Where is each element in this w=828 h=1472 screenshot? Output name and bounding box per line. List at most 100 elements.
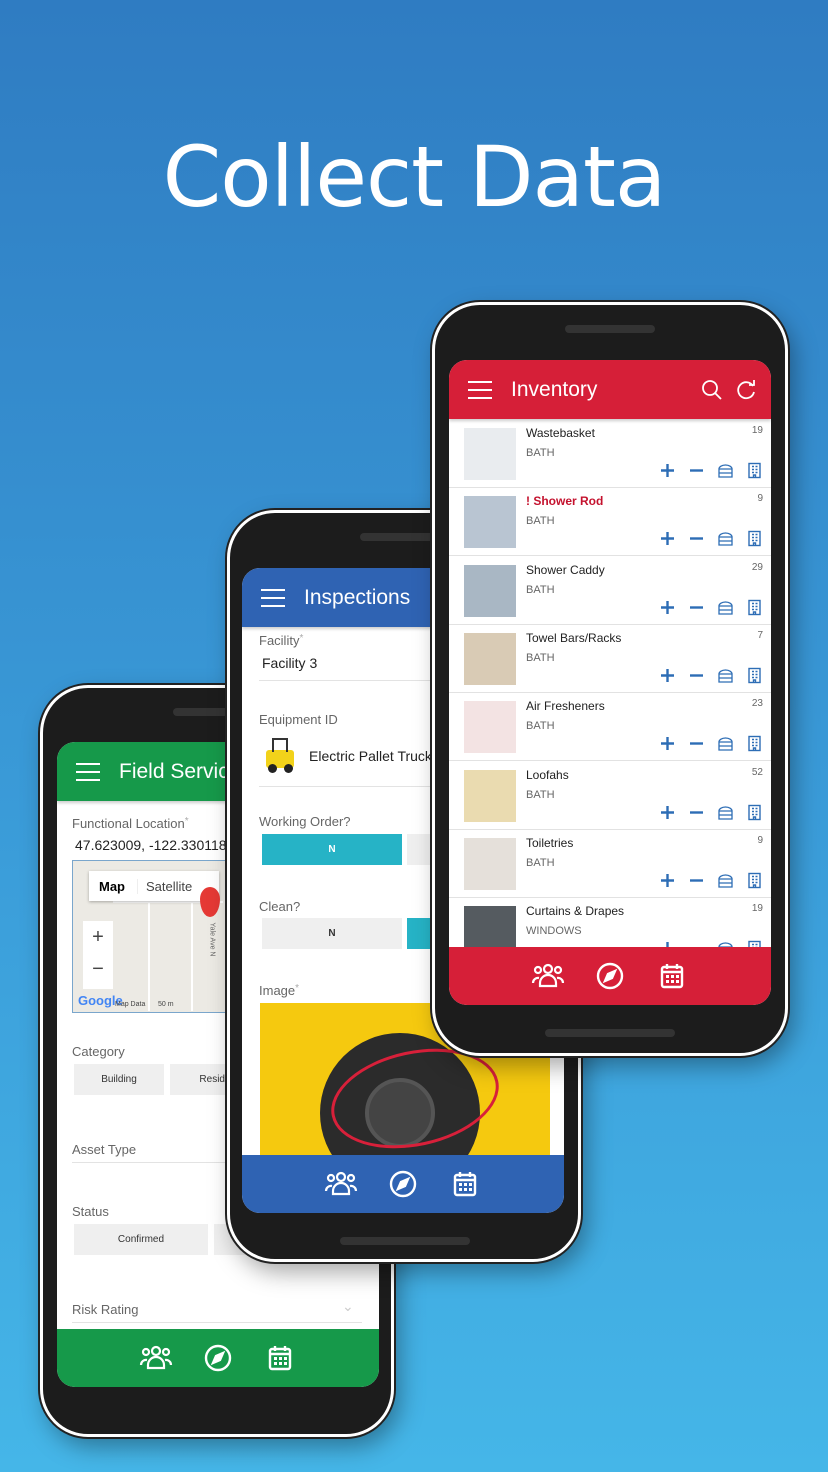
people-icon[interactable]	[139, 1341, 173, 1375]
store-icon[interactable]	[717, 667, 734, 684]
item-actions	[659, 530, 763, 547]
inventory-item[interactable]: Loofahs BATH 52	[449, 762, 771, 830]
chevron-down-icon[interactable]: ⌄	[342, 1298, 354, 1315]
asset-type-label[interactable]: Asset Type	[72, 1142, 136, 1157]
building-icon[interactable]	[746, 667, 763, 684]
building-icon[interactable]	[746, 462, 763, 479]
hamburger-icon[interactable]	[260, 588, 286, 608]
app-title: Inspections	[304, 585, 411, 609]
plus-icon[interactable]	[659, 940, 676, 947]
item-count: 19	[751, 903, 763, 915]
functional-location-value[interactable]: 47.623009, -122.330118	[75, 837, 227, 853]
minus-icon[interactable]	[688, 667, 705, 684]
inventory-screen: Inventory Wastebasket BATH 19 ! Shower Rod B…	[449, 360, 771, 1005]
image-label: Image	[259, 983, 296, 998]
building-icon[interactable]	[746, 804, 763, 821]
minus-icon[interactable]	[688, 872, 705, 889]
category-option-building[interactable]: Building	[74, 1064, 164, 1095]
inventory-item[interactable]: Shower Caddy BATH 29	[449, 557, 771, 625]
inventory-item[interactable]: Air Fresheners BATH 23	[449, 693, 771, 762]
inventory-item[interactable]: Wastebasket BATH 19	[449, 420, 771, 488]
building-icon[interactable]	[746, 872, 763, 889]
building-icon[interactable]	[746, 599, 763, 616]
inventory-item[interactable]: Curtains & Drapes WINDOWS 19	[449, 898, 771, 947]
minus-icon[interactable]	[688, 804, 705, 821]
minus-icon[interactable]	[688, 940, 705, 947]
zoom-in-button[interactable]: +	[83, 921, 113, 953]
store-icon[interactable]	[717, 599, 734, 616]
store-icon[interactable]	[717, 804, 734, 821]
plus-icon[interactable]	[659, 735, 676, 752]
store-icon[interactable]	[717, 530, 734, 547]
plus-icon[interactable]	[659, 872, 676, 889]
calendar-icon[interactable]	[655, 959, 689, 993]
inventory-item[interactable]: Towel Bars/Racks BATH 7	[449, 625, 771, 693]
plus-icon[interactable]	[659, 462, 676, 479]
item-name: Towel Bars/Racks	[526, 630, 622, 645]
compass-icon[interactable]	[201, 1341, 235, 1375]
minus-icon[interactable]	[688, 599, 705, 616]
risk-rating-label[interactable]: Risk Rating	[72, 1302, 138, 1317]
item-category: BATH	[526, 515, 555, 528]
inventory-item[interactable]: ! Shower Rod BATH 9	[449, 488, 771, 557]
minus-icon[interactable]	[688, 735, 705, 752]
item-actions	[659, 735, 763, 752]
inventory-item[interactable]: Toiletries BATH 9	[449, 830, 771, 898]
map-pin-icon[interactable]	[200, 887, 220, 917]
calendar-icon[interactable]	[263, 1341, 297, 1375]
plus-icon[interactable]	[659, 599, 676, 616]
zoom-out-button[interactable]: −	[83, 953, 113, 985]
item-name: Loofahs	[526, 767, 569, 782]
refresh-icon[interactable]	[735, 379, 757, 401]
item-thumbnail	[464, 496, 516, 549]
people-icon[interactable]	[324, 1167, 358, 1201]
facility-value[interactable]: Facility 3	[262, 655, 317, 671]
facility-label: Facility	[259, 633, 300, 648]
hamburger-icon[interactable]	[75, 762, 101, 782]
app-title: Inventory	[511, 377, 598, 401]
item-actions	[659, 940, 763, 947]
speaker	[340, 1237, 470, 1245]
map-scale: 50 m	[158, 1001, 174, 1008]
working-order-option-n[interactable]: N	[262, 834, 402, 865]
item-thumbnail	[464, 564, 516, 617]
building-icon[interactable]	[746, 735, 763, 752]
item-count: 7	[757, 629, 763, 641]
bottom-nav	[449, 947, 771, 1005]
item-count: 52	[751, 766, 763, 778]
status-label: Status	[72, 1204, 109, 1219]
item-name: Air Fresheners	[526, 699, 605, 714]
search-icon[interactable]	[701, 379, 723, 401]
item-category: BATH	[526, 788, 555, 801]
calendar-icon[interactable]	[448, 1167, 482, 1201]
status-option-confirmed[interactable]: Confirmed	[74, 1224, 208, 1255]
street-label: Yale Ave N	[208, 922, 216, 957]
people-icon[interactable]	[531, 959, 565, 993]
equipment-id-value[interactable]: Electric Pallet Truck	[309, 748, 432, 764]
item-name: ! Shower Rod	[526, 494, 604, 509]
store-icon[interactable]	[717, 735, 734, 752]
compass-icon[interactable]	[386, 1167, 420, 1201]
bottom-nav	[57, 1329, 379, 1387]
map-tab-map[interactable]: Map	[89, 879, 137, 894]
hamburger-icon[interactable]	[467, 380, 493, 400]
minus-icon[interactable]	[688, 462, 705, 479]
store-icon[interactable]	[717, 872, 734, 889]
plus-icon[interactable]	[659, 667, 676, 684]
item-actions	[659, 599, 763, 616]
item-count: 23	[751, 698, 763, 710]
compass-icon[interactable]	[593, 959, 627, 993]
map-data-label: Map Data	[115, 1001, 146, 1008]
item-count: 29	[751, 561, 763, 573]
building-icon[interactable]	[746, 940, 763, 947]
building-icon[interactable]	[746, 530, 763, 547]
item-name: Curtains & Drapes	[526, 904, 625, 919]
item-count: 9	[757, 834, 763, 846]
store-icon[interactable]	[717, 940, 734, 947]
store-icon[interactable]	[717, 462, 734, 479]
plus-icon[interactable]	[659, 530, 676, 547]
minus-icon[interactable]	[688, 530, 705, 547]
map-tab-satellite[interactable]: Satellite	[137, 878, 200, 894]
plus-icon[interactable]	[659, 804, 676, 821]
clean-option-n[interactable]: N	[262, 918, 402, 949]
